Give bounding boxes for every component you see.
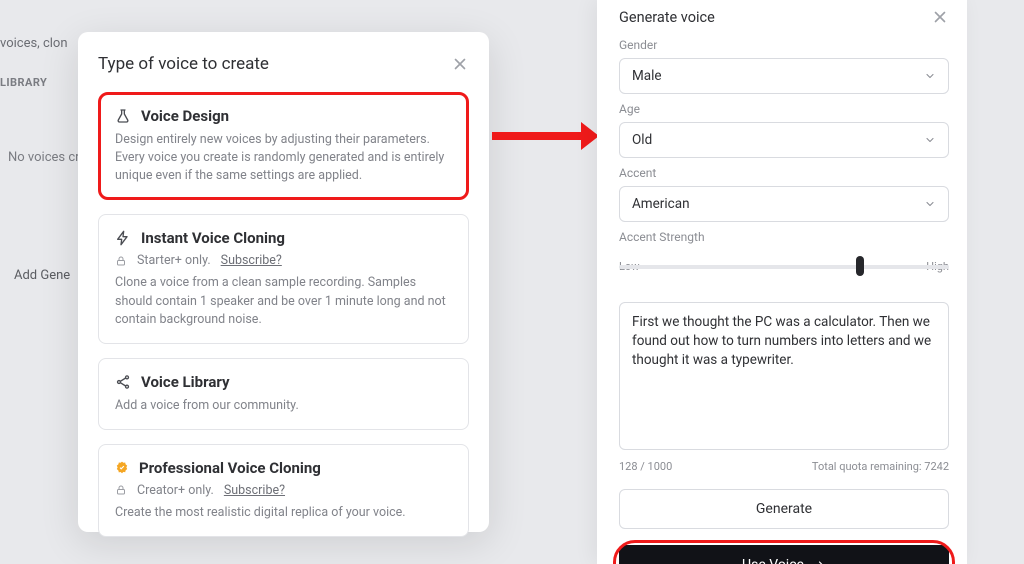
subscribe-link[interactable]: Subscribe?: [224, 483, 285, 498]
option-voice-library[interactable]: Voice Library Add a voice from our commu…: [98, 358, 469, 430]
voice-type-modal: Type of voice to create Voice Design Des…: [78, 32, 489, 532]
option-voice-library-desc: Add a voice from our community.: [115, 397, 452, 415]
accent-strength-label: Accent Strength: [619, 230, 949, 244]
option-pro-clone[interactable]: Professional Voice Cloning Creator+ only…: [98, 444, 469, 537]
bg-text-voices: voices, clon: [0, 36, 68, 51]
generate-voice-panel: Generate voice Gender Male Age Old Accen…: [597, 0, 967, 564]
option-instant-clone-title: Instant Voice Cloning: [141, 229, 285, 247]
accent-strength-slider[interactable]: Low High: [619, 260, 949, 292]
verified-badge-icon: [115, 461, 129, 475]
gender-value: Male: [632, 68, 662, 84]
generate-button[interactable]: Generate: [619, 489, 949, 529]
accent-value: American: [632, 196, 690, 212]
share-icon: [115, 374, 131, 390]
option-voice-library-title: Voice Library: [141, 373, 230, 391]
option-instant-clone-desc: Clone a voice from a clean sample record…: [115, 274, 452, 328]
close-icon[interactable]: [451, 55, 469, 73]
age-label: Age: [619, 102, 949, 116]
plan-requirement: Starter+ only.: [137, 253, 211, 268]
use-voice-button[interactable]: Use Voice: [619, 545, 949, 564]
accent-label: Accent: [619, 166, 949, 180]
accent-select[interactable]: American: [619, 186, 949, 222]
option-voice-design[interactable]: Voice Design Design entirely new voices …: [98, 92, 469, 200]
close-icon[interactable]: [931, 8, 949, 26]
bg-library-label: LIBRARY: [0, 76, 47, 89]
bg-add-gene: Add Gene: [14, 268, 70, 283]
option-pro-clone-desc: Create the most realistic digital replic…: [115, 504, 452, 522]
age-value: Old: [632, 132, 652, 148]
flask-icon: [115, 108, 131, 124]
lock-icon: [115, 484, 127, 496]
bg-no-voices: No voices cr: [8, 150, 80, 165]
chevron-down-icon: [924, 198, 936, 210]
gender-label: Gender: [619, 38, 949, 52]
option-pro-clone-title: Professional Voice Cloning: [139, 459, 321, 477]
option-instant-clone[interactable]: Instant Voice Cloning Starter+ only. Sub…: [98, 214, 469, 343]
lightning-icon: [115, 230, 131, 246]
use-voice-label: Use Voice: [742, 557, 804, 564]
panel-title: Generate voice: [619, 9, 715, 26]
lock-icon: [115, 255, 127, 267]
arrow-right-icon: [812, 559, 826, 564]
prompt-textarea[interactable]: [619, 302, 949, 450]
annotation-arrow-icon: [492, 128, 597, 144]
modal-title: Type of voice to create: [98, 54, 269, 74]
chevron-down-icon: [924, 70, 936, 82]
option-voice-design-desc: Design entirely new voices by adjusting …: [115, 131, 452, 185]
subscribe-link[interactable]: Subscribe?: [221, 253, 282, 268]
slider-thumb[interactable]: [856, 256, 864, 276]
plan-requirement: Creator+ only.: [137, 483, 214, 498]
chevron-down-icon: [924, 134, 936, 146]
gender-select[interactable]: Male: [619, 58, 949, 94]
age-select[interactable]: Old: [619, 122, 949, 158]
quota-remaining: Total quota remaining: 7242: [812, 460, 949, 473]
char-count: 128 / 1000: [619, 460, 672, 473]
option-voice-design-title: Voice Design: [141, 107, 229, 125]
